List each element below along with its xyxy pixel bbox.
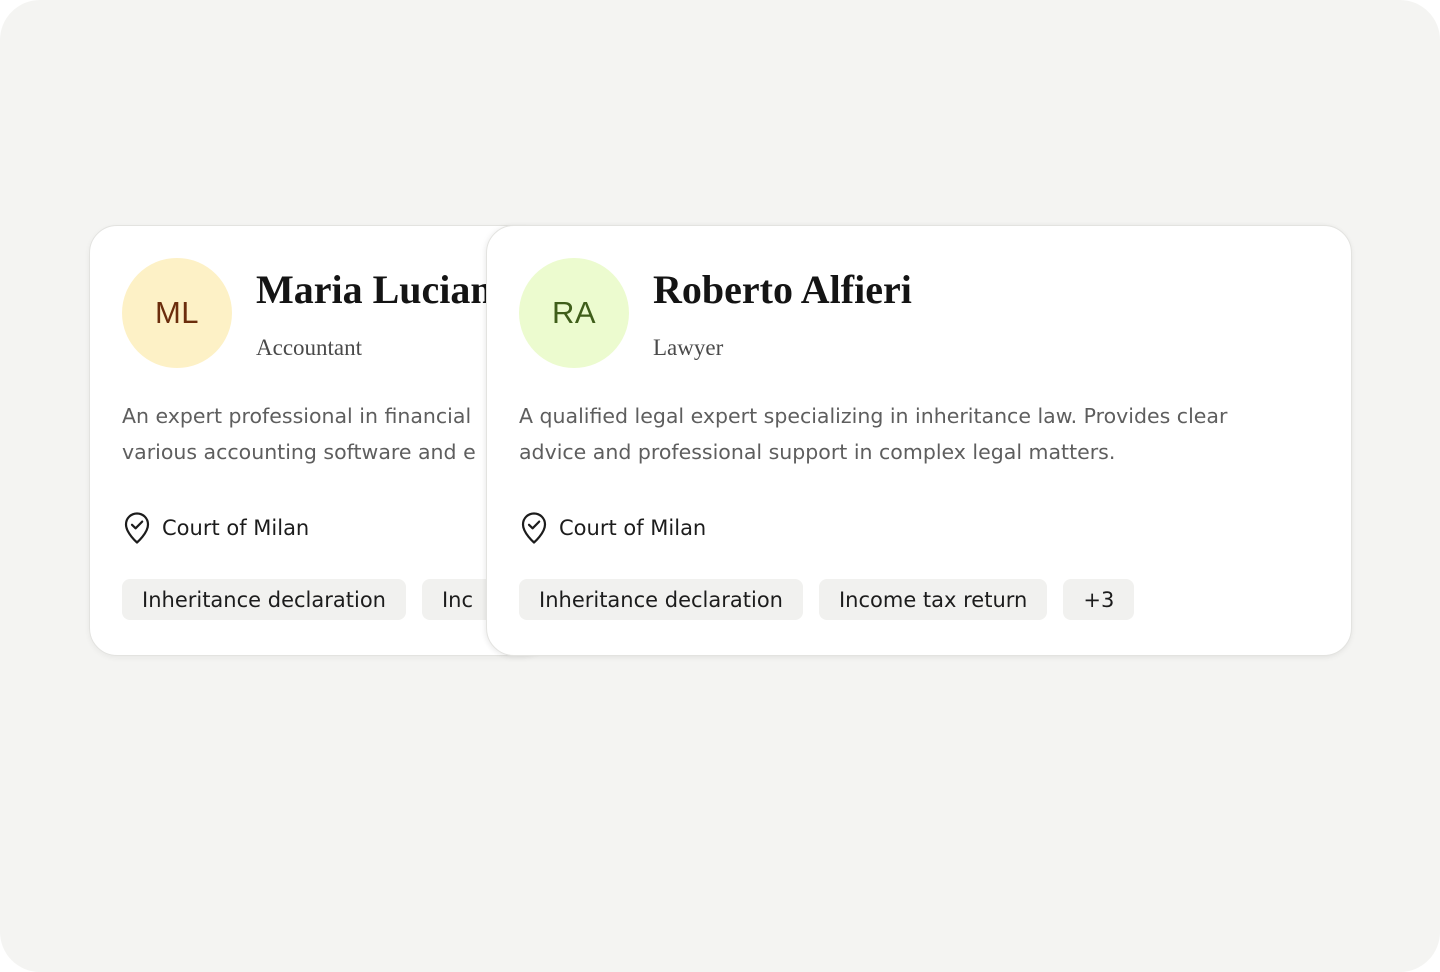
tag-list: Inheritance declaration Income tax retur… [519,579,1135,620]
description-line: A qualified legal expert specializing in… [519,404,1228,428]
tag-list: Inheritance declaration Inc [122,579,494,620]
avatar: RA [519,258,629,368]
location-label: Court of Milan [162,516,310,540]
tag[interactable]: Inc [421,579,494,620]
profile-card-maria-luciani[interactable]: ML Maria Luciani Accountant An expert pr… [89,225,549,656]
description-line: An expert professional in financial [122,404,472,428]
profile-card-roberto-alfieri[interactable]: RA Roberto Alfieri Lawyer A qualified le… [486,225,1352,656]
avatar: ML [122,258,232,368]
location: Court of Milan [519,511,706,545]
description-line: advice and professional support in compl… [519,440,1116,464]
profile-name: Maria Luciani [256,267,504,312]
location-check-icon [124,512,150,544]
profile-description: A qualified legal expert specializing in… [519,398,1299,470]
profile-description: An expert professional in financial vari… [122,398,548,470]
location-label: Court of Milan [559,516,707,540]
page-background: ML Maria Luciani Accountant An expert pr… [0,0,1440,972]
description-line: various accounting software and e [122,440,476,464]
profile-role: Lawyer [653,335,724,360]
tag[interactable]: Income tax return [818,579,1048,620]
tag[interactable]: Inheritance declaration [519,579,803,620]
tag[interactable]: Inheritance declaration [122,579,406,620]
location-check-icon [521,512,547,544]
location: Court of Milan [122,511,309,545]
profile-role: Accountant [256,335,363,360]
more-tags-button[interactable]: +3 [1063,579,1135,620]
profile-name: Roberto Alfieri [653,267,912,312]
